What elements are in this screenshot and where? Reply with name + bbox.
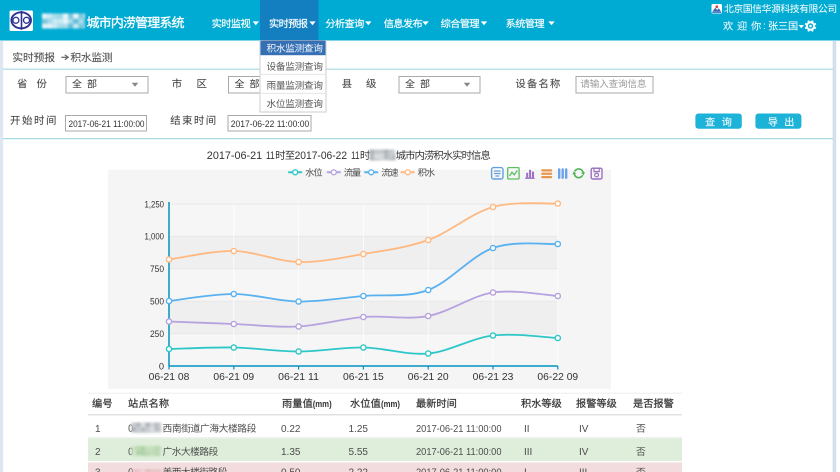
svg-text:500: 500 — [150, 297, 164, 307]
svg-text:2017-06-22 11:00:00: 2017-06-22 11:00:00 — [231, 119, 309, 130]
svg-text:1.25: 1.25 — [349, 424, 369, 435]
svg-text:IV: IV — [579, 447, 589, 458]
svg-text:I: I — [524, 468, 527, 472]
svg-text:2: 2 — [95, 447, 101, 458]
svg-text:06-21 11: 06-21 11 — [278, 372, 319, 383]
svg-text:06-21 20: 06-21 20 — [408, 372, 449, 383]
svg-text:06-22 09: 06-22 09 — [537, 372, 578, 383]
svg-text:2017-06-21 11:00:00: 2017-06-21 11:00:00 — [416, 468, 502, 472]
svg-text:III: III — [524, 447, 532, 458]
svg-text:0: 0 — [159, 361, 164, 371]
svg-text:2017-06-21 11:00:00: 2017-06-21 11:00:00 — [416, 424, 502, 435]
svg-text:III: III — [579, 468, 587, 472]
svg-text:750: 750 — [150, 264, 164, 274]
svg-text:1: 1 — [95, 424, 101, 435]
svg-text:250: 250 — [150, 329, 164, 339]
svg-text:IV: IV — [579, 424, 589, 435]
svg-text:2017-06-22: 2017-06-22 — [295, 150, 348, 162]
svg-text:3: 3 — [95, 468, 101, 472]
svg-text:5.55: 5.55 — [349, 447, 369, 458]
svg-text:0.50: 0.50 — [281, 468, 301, 472]
svg-text:11: 11 — [266, 150, 275, 162]
svg-text:2017-06-21 11:00:00: 2017-06-21 11:00:00 — [416, 447, 502, 458]
svg-text::: : — [763, 21, 766, 32]
svg-text:1,250: 1,250 — [145, 199, 165, 209]
svg-text:1.35: 1.35 — [281, 447, 301, 458]
svg-text:2.22: 2.22 — [349, 468, 369, 472]
svg-text:(mm): (mm) — [381, 399, 400, 409]
svg-text:06-21 15: 06-21 15 — [343, 372, 384, 383]
svg-text:06-21 23: 06-21 23 — [473, 372, 514, 383]
svg-text:(mm): (mm) — [313, 399, 332, 409]
svg-text:2017-06-21 11:00:00: 2017-06-21 11:00:00 — [69, 119, 145, 130]
svg-text:0.22: 0.22 — [281, 424, 301, 435]
svg-text:06-21 08: 06-21 08 — [149, 372, 190, 383]
svg-text:II: II — [524, 424, 530, 435]
svg-text:11: 11 — [351, 150, 359, 162]
svg-text:06-21 09: 06-21 09 — [213, 372, 254, 383]
svg-text:2017-06-21: 2017-06-21 — [207, 150, 262, 162]
svg-text:1,000: 1,000 — [145, 232, 165, 242]
